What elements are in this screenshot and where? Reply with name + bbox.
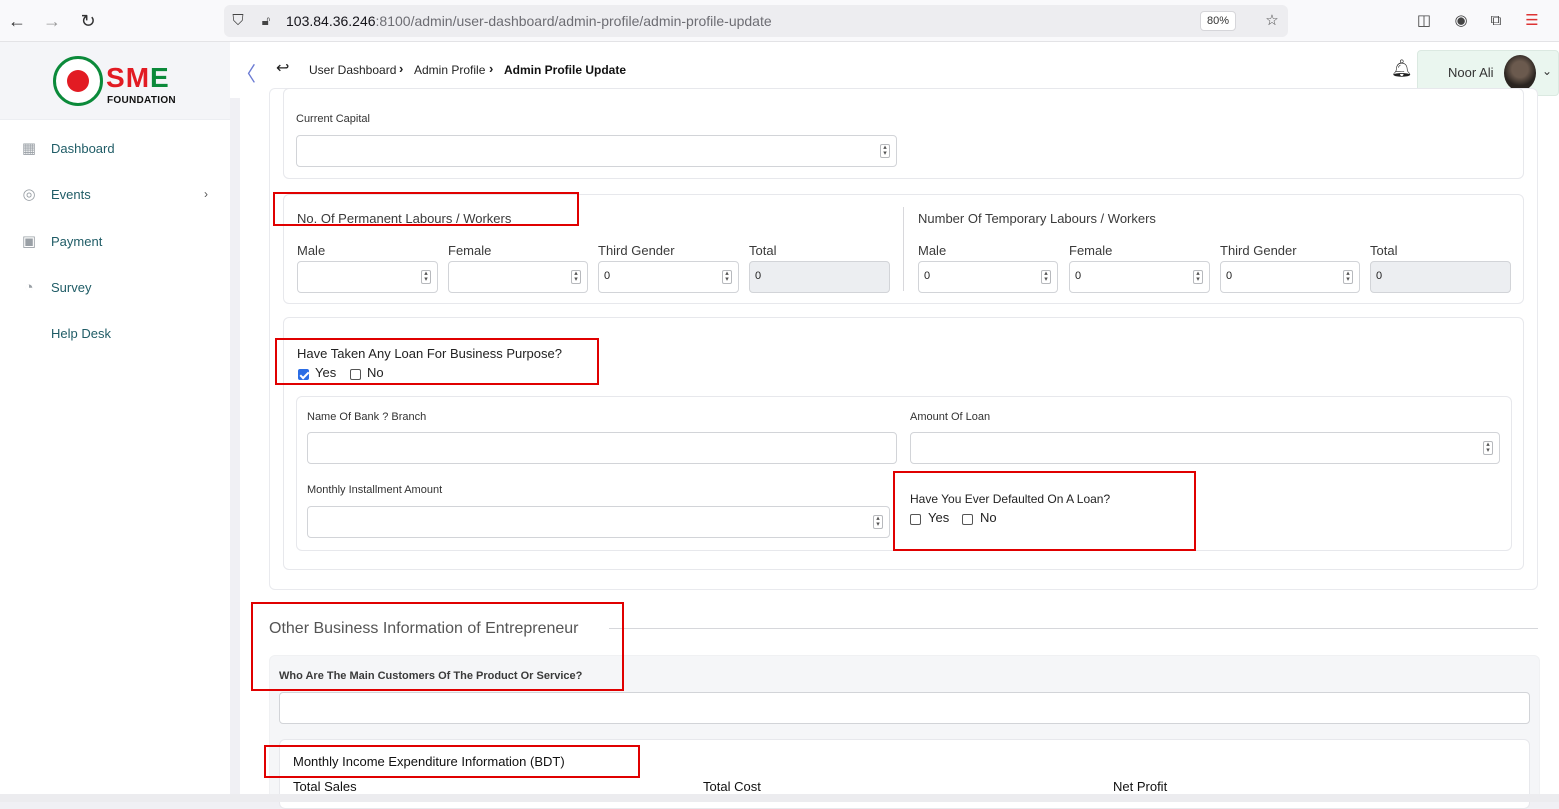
stepper-icon[interactable]: ▴ ▾: [421, 270, 431, 284]
logo-foundation: FOUNDATION: [107, 95, 176, 106]
star-icon[interactable]: ☆: [1262, 11, 1282, 31]
current-capital-input[interactable]: ▴ ▾: [296, 135, 897, 167]
menu-icon[interactable]: ☰: [1522, 11, 1542, 31]
stepper-icon[interactable]: ▴ ▾: [722, 270, 732, 284]
bell-icon[interactable]: 🔔︎: [1391, 59, 1413, 79]
temp-male-label: Male: [918, 243, 947, 258]
forward-arrow-icon[interactable]: →: [41, 10, 63, 32]
perm-third-label: Third Gender: [598, 243, 675, 258]
stepper-icon[interactable]: ▴ ▾: [880, 144, 890, 158]
amount-label: Amount Of Loan: [910, 411, 991, 423]
temp-third-label: Third Gender: [1220, 243, 1297, 258]
sidebar-item-label: Events: [51, 187, 91, 202]
total-cost-label: Total Cost: [703, 779, 761, 794]
section-divider: [609, 628, 1538, 629]
sidebar-item-events[interactable]: ◎ Events ›: [0, 177, 230, 213]
sidebar-item-label: Payment: [51, 234, 103, 249]
stepper-icon[interactable]: ▴ ▾: [1483, 441, 1493, 455]
highlight-box: [251, 602, 624, 691]
perm-total-input: 0: [749, 261, 890, 293]
sidebar-item-survey[interactable]: ◔ Survey: [0, 270, 230, 306]
stepper-icon[interactable]: ▴ ▾: [1193, 270, 1203, 284]
bank-label: Name Of Bank ? Branch: [307, 411, 427, 423]
logo-sme: SME: [106, 62, 170, 93]
window-bottom-edge: [0, 794, 1559, 802]
divider: [903, 207, 904, 291]
pocket-icon[interactable]: ◫: [1414, 11, 1434, 31]
stepper-icon[interactable]: ▴ ▾: [873, 515, 883, 529]
current-capital-label: Current Capital: [296, 113, 370, 125]
installment-input[interactable]: ▴ ▾: [307, 506, 890, 538]
amount-input[interactable]: ▴ ▾: [910, 432, 1500, 464]
user-name: Noor Ali: [1448, 65, 1494, 80]
total-sales-label: Total Sales: [293, 779, 357, 794]
temp-third-input[interactable]: 0 ▴ ▾: [1220, 261, 1360, 293]
events-icon: ◎: [22, 186, 36, 203]
address-bar[interactable]: ⛉ 🔓︎ 103.84.36.246:8100/admin/user-dashb…: [224, 5, 1288, 37]
sidebar-item-help-desk[interactable]: Help Desk: [0, 316, 230, 352]
back-icon[interactable]: ↩: [276, 58, 289, 78]
capital-panel: Current Capital ▴ ▾: [283, 88, 1524, 179]
sidebar-item-label: Dashboard: [51, 141, 115, 156]
sidebar-item-label: Help Desk: [51, 326, 111, 341]
sidebar-item-payment[interactable]: ▣ Payment: [0, 224, 230, 260]
avatar: [1504, 55, 1536, 91]
url-text[interactable]: 103.84.36.246:8100/admin/user-dashboard/…: [286, 13, 772, 29]
extensions-icon[interactable]: ⧉: [1486, 11, 1506, 31]
highlight-box: [275, 338, 599, 385]
breadcrumb-admin-profile[interactable]: Admin Profile: [414, 63, 485, 77]
temporary-workers-title: Number Of Temporary Labours / Workers: [918, 211, 1156, 226]
collapse-sidebar-icon[interactable]: 〈: [236, 58, 256, 87]
chevron-right-icon: ›: [399, 61, 404, 76]
stepper-icon[interactable]: ▴ ▾: [1343, 270, 1353, 284]
sidebar: SME FOUNDATION ▦ Dashboard ◎ Events › ▣ …: [0, 42, 230, 794]
back-arrow-icon[interactable]: ←: [6, 10, 28, 32]
perm-female-label: Female: [448, 243, 492, 258]
chevron-down-icon: ⌄: [1542, 64, 1553, 78]
perm-third-input[interactable]: 0 ▴ ▾: [598, 261, 739, 293]
reload-icon[interactable]: ↻: [77, 10, 99, 32]
installment-label: Monthly Installment Amount: [307, 484, 443, 496]
browser-toolbar: ← → ↻ ⛉ 🔓︎ 103.84.36.246:8100/admin/user…: [0, 0, 1559, 42]
breadcrumb-user-dashboard[interactable]: User Dashboard: [309, 63, 396, 77]
sidebar-item-dashboard[interactable]: ▦ Dashboard: [0, 131, 230, 167]
bangladesh-emblem-icon: [53, 56, 103, 106]
temp-total-input: 0: [1370, 261, 1511, 293]
shield-icon[interactable]: ⛉: [228, 11, 248, 31]
grid-icon: ▦: [21, 140, 37, 157]
chevron-right-icon: ›: [489, 61, 494, 76]
perm-female-input[interactable]: ▴ ▾: [448, 261, 588, 293]
lock-icon[interactable]: 🔓︎: [256, 11, 276, 31]
zoom-level[interactable]: 80%: [1200, 11, 1236, 31]
temp-male-input[interactable]: 0 ▴ ▾: [918, 261, 1058, 293]
stepper-icon[interactable]: ▴ ▾: [571, 270, 581, 284]
customers-input[interactable]: [279, 692, 1530, 724]
sidebar-item-label: Survey: [51, 280, 92, 295]
bank-input[interactable]: [307, 432, 897, 464]
payment-icon: ▣: [21, 233, 37, 250]
chevron-right-icon: ›: [204, 187, 208, 201]
logo[interactable]: SME FOUNDATION: [0, 42, 230, 120]
highlight-box: [273, 192, 579, 226]
highlight-box: [264, 745, 640, 778]
net-profit-label: Net Profit: [1113, 779, 1168, 794]
perm-male-label: Male: [297, 243, 326, 258]
breadcrumb-current: Admin Profile Update: [504, 63, 627, 77]
temp-female-label: Female: [1069, 243, 1113, 258]
highlight-box: [893, 471, 1196, 551]
stepper-icon[interactable]: ▴ ▾: [1041, 270, 1051, 284]
temp-total-label: Total: [1370, 243, 1398, 258]
perm-male-input[interactable]: ▴ ▾: [297, 261, 438, 293]
account-icon[interactable]: ◉: [1451, 11, 1471, 31]
temp-female-input[interactable]: 0 ▴ ▾: [1069, 261, 1210, 293]
pie-chart-icon: ◔: [24, 279, 34, 296]
perm-total-label: Total: [749, 243, 777, 258]
